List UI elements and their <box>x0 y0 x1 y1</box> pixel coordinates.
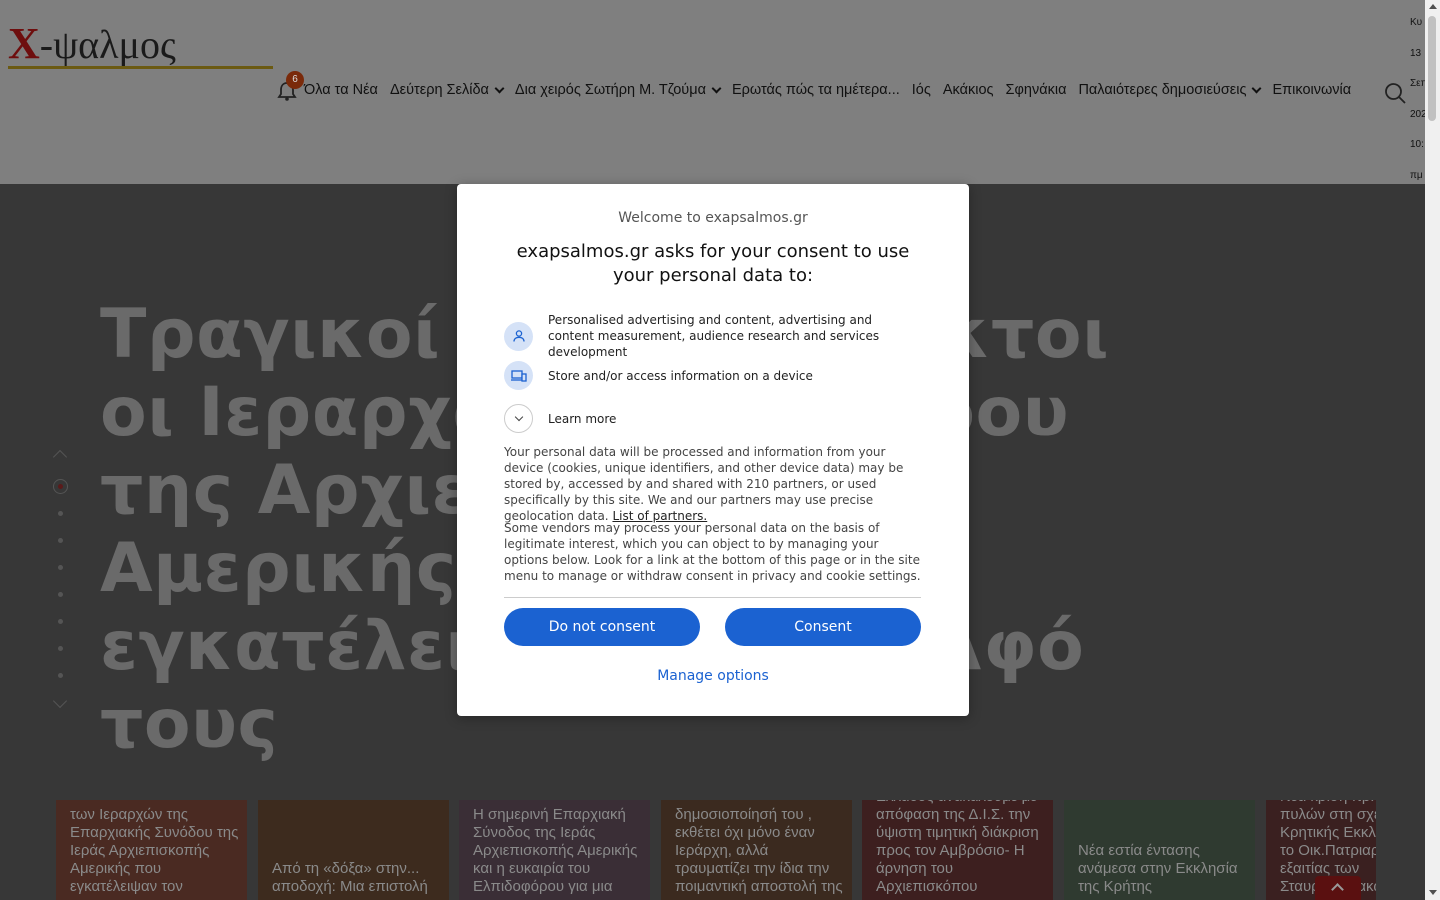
page-scrollbar[interactable] <box>1425 0 1440 900</box>
article-card-title: Νέα εστία έντασης ανάμεσα στην Εκκλησία … <box>1078 842 1238 895</box>
slider-dot[interactable] <box>58 511 63 516</box>
date-widget: Κυ 13 Σεπ 202 10: πμ <box>1410 8 1425 191</box>
chevron-down-icon <box>711 83 722 93</box>
article-card[interactable]: δημοσιοποίησή του , εκθέτει όχι μόνο ένα… <box>661 800 852 900</box>
scroll-down-arrow-icon[interactable] <box>1429 890 1437 895</box>
logo-underline <box>8 66 273 69</box>
article-card[interactable]: Νέα εστία έντασης ανάμεσα στην Εκκλησία … <box>1064 800 1255 900</box>
date-line: Κυ <box>1410 17 1423 28</box>
article-card[interactable]: Από τη «δόξα» στην... αποδοχή: Μια επιστ… <box>258 800 449 900</box>
slider-down-arrow-icon[interactable] <box>52 693 68 709</box>
consent-paragraph-legitimate-interest: Some vendors may process your personal d… <box>504 521 921 583</box>
slider-dot[interactable] <box>58 673 63 678</box>
manage-options-link[interactable]: Manage options <box>457 668 969 684</box>
nav-item-all-news[interactable]: Όλα τα Νέα <box>304 82 378 98</box>
nav-item-sfinakia[interactable]: Σφηνάκια <box>1006 82 1067 98</box>
date-line: Σεπ <box>1410 78 1425 89</box>
date-line: 202 <box>1410 108 1425 120</box>
slider-up-arrow-icon[interactable] <box>52 449 68 465</box>
site-header: X-ψαλμος 6 Όλα τα Νέα Δεύτερη Σελίδα Δια… <box>0 0 1425 184</box>
nav-item-label: Δια χειρός Σωτήρη Μ. Τζούμα <box>514 82 706 98</box>
nav-item-contact[interactable]: Επικοινωνία <box>1272 82 1351 98</box>
site-logo[interactable]: X-ψαλμος <box>8 18 176 69</box>
article-card[interactable]: των Ιεραρχών της Επαρχιακής Συνόδου της … <box>56 800 247 900</box>
slider-dot-active[interactable] <box>53 479 68 494</box>
learn-more-toggle[interactable]: Learn more <box>504 404 916 433</box>
consent-dialog: Welcome to exapsalmos.gr exapsalmos.gr a… <box>457 184 969 716</box>
nav-item-label: Σφηνάκια <box>1005 82 1067 98</box>
device-icon <box>504 361 533 390</box>
slider-dot[interactable] <box>58 619 63 624</box>
nav-item-akakios[interactable]: Ακάκιος <box>943 82 994 98</box>
nav-item-label: Δεύτερη Σελίδα <box>389 82 489 98</box>
nav-item-ios[interactable]: Ιός <box>912 82 931 98</box>
chevron-down-icon <box>494 83 505 93</box>
nav-item-older-posts[interactable]: Παλαιότερες δημοσιεύσεις <box>1078 82 1262 98</box>
do-not-consent-button[interactable]: Do not consent <box>504 608 700 646</box>
person-icon <box>504 321 533 351</box>
logo-text: -ψαλμος <box>39 22 176 67</box>
consent-welcome: Welcome to exapsalmos.gr <box>618 210 808 226</box>
nav-item-label: Παλαιότερες δημοσιεύσεις <box>1078 82 1247 98</box>
nav-item-label: Ερωτάς πώς τα ημέτερα... <box>731 82 900 98</box>
purpose-text: Store and/or access information on a dev… <box>548 368 813 383</box>
slider-dot[interactable] <box>58 592 63 597</box>
article-card-title: δημοσιοποίησή του , εκθέτει όχι μόνο ένα… <box>675 806 843 895</box>
chevron-down-icon <box>1252 83 1262 93</box>
slider-dot[interactable] <box>58 538 63 543</box>
article-card-title: των Ιεραρχών της Επαρχιακής Συνόδου της … <box>70 806 239 895</box>
chevron-down-icon <box>504 404 533 433</box>
nav-item-tzoumas[interactable]: Δια χειρός Σωτήρη Μ. Τζούμα <box>514 82 722 98</box>
search-icon[interactable] <box>1384 82 1406 104</box>
back-to-top-button[interactable] <box>1315 876 1361 900</box>
consent-paragraph-partners: Your personal data will be processed and… <box>504 444 924 524</box>
notification-badge: 6 <box>286 71 304 89</box>
learn-more-label: Learn more <box>548 411 617 426</box>
nav-item-label: Ακάκιος <box>942 82 994 98</box>
article-card[interactable]: Ελλάδος ανακαλούμε με απόφαση της Δ.Ι.Σ.… <box>862 800 1053 900</box>
article-cards: των Ιεραρχών της Επαρχιακής Συνόδου της … <box>56 800 1376 900</box>
consent-heading: exapsalmos.gr asks for your consent to u… <box>516 241 910 286</box>
purpose-item: Store and/or access information on a dev… <box>504 361 916 390</box>
purpose-text: Personalised advertising and content, ad… <box>548 313 880 359</box>
nav-item-label: Επικοινωνία <box>1272 82 1352 98</box>
nav-item-second-page[interactable]: Δεύτερη Σελίδα <box>389 82 505 98</box>
slider-dot[interactable] <box>58 565 63 570</box>
scroll-up-arrow-icon[interactable] <box>1429 4 1437 9</box>
nav-item-erotas[interactable]: Ερωτάς πώς τα ημέτερα... <box>732 82 900 98</box>
date-line: 10: <box>1410 139 1424 150</box>
scroll-thumb[interactable] <box>1428 16 1436 121</box>
article-card-title: Από τη «δόξα» στην... αποδοχή: Μια επιστ… <box>272 860 428 895</box>
date-line: 13 <box>1410 47 1422 59</box>
consent-button[interactable]: Consent <box>725 608 921 646</box>
article-card-title: Ελλάδος ανακαλούμε με απόφαση της Δ.Ι.Σ.… <box>876 800 1039 895</box>
nav-item-label: Ιός <box>911 82 931 98</box>
article-card[interactable]: Η σημερινή Επαρχιακή Σύνοδος της Ιεράς Α… <box>459 800 650 900</box>
article-card-title: Η σημερινή Επαρχιακή Σύνοδος της Ιεράς Α… <box>473 806 638 895</box>
divider <box>504 597 921 598</box>
logo-x: X <box>8 19 40 68</box>
nav-item-label: Όλα τα Νέα <box>304 82 378 98</box>
main-nav: Όλα τα Νέα Δεύτερη Σελίδα Δια χειρός Σωτ… <box>304 82 1351 98</box>
slider-dot[interactable] <box>58 646 63 651</box>
purpose-item: Personalised advertising and content, ad… <box>504 312 916 360</box>
